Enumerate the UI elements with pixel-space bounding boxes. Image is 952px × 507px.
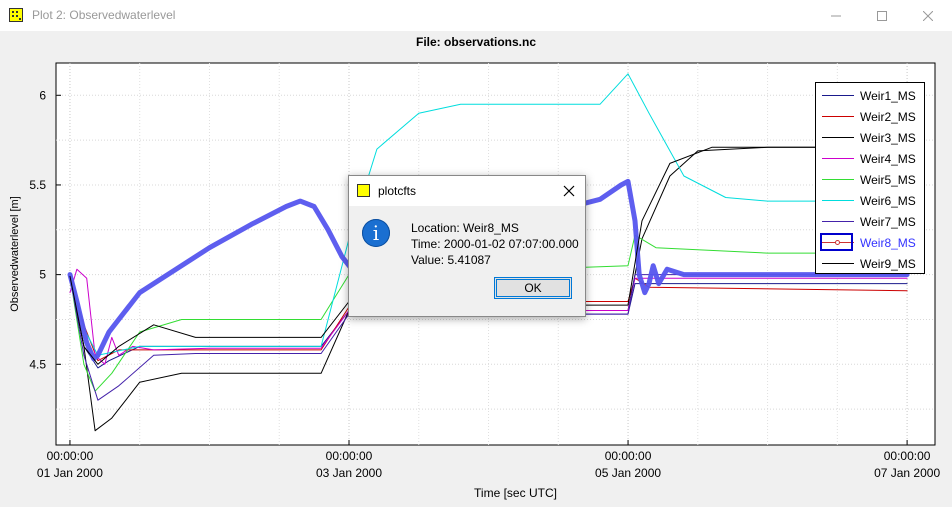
legend-label: Weir1_MS xyxy=(860,89,916,103)
y-tick-label: 5.5 xyxy=(29,178,46,192)
y-axis-label: Observedwaterlevel [m] xyxy=(9,196,21,312)
legend-item-weir3-ms[interactable]: Weir3_MS xyxy=(816,127,924,148)
legend-item-weir2-ms[interactable]: Weir2_MS xyxy=(816,106,924,127)
legend-label: Weir9_MS xyxy=(860,257,916,271)
legend-item-weir5-ms[interactable]: Weir5_MS xyxy=(816,169,924,190)
legend-label: Weir3_MS xyxy=(860,131,916,145)
dialog-title: plotcfts xyxy=(378,184,417,198)
legend-swatch xyxy=(822,95,854,96)
dialog-location: Location: Weir8_MS xyxy=(411,221,519,235)
dialog-body: i Location: Weir8_MS Time: 2000-01-02 07… xyxy=(349,206,585,316)
x-tick-time: 00:00:00 xyxy=(605,449,652,463)
x-tick-time: 00:00:00 xyxy=(47,449,94,463)
legend-swatch xyxy=(822,221,854,222)
x-tick-time: 00:00:00 xyxy=(884,449,931,463)
dialog-time: Time: 2000-01-02 07:07:00.000 xyxy=(411,237,579,251)
x-tick-date: 03 Jan 2000 xyxy=(316,466,382,480)
legend-label: Weir4_MS xyxy=(860,152,916,166)
chart-legend[interactable]: Weir1_MS Weir2_MS Weir3_MS Weir4_MS Weir5_MS… xyxy=(815,82,925,274)
legend-label: Weir8_MS xyxy=(860,236,916,250)
legend-label: Weir5_MS xyxy=(860,173,916,187)
legend-item-weir7-ms[interactable]: Weir7_MS xyxy=(816,211,924,232)
legend-swatch xyxy=(822,179,854,180)
dialog-close-icon[interactable] xyxy=(559,181,579,201)
y-tick-label: 6 xyxy=(39,88,46,102)
legend-swatch xyxy=(822,263,854,264)
legend-item-weir4-ms[interactable]: Weir4_MS xyxy=(816,148,924,169)
legend-item-weir8-ms[interactable]: Weir8_MS xyxy=(816,232,924,253)
legend-swatch xyxy=(822,200,854,201)
legend-item-weir9-ms[interactable]: Weir9_MS xyxy=(816,253,924,274)
x-tick-date: 07 Jan 2000 xyxy=(874,466,940,480)
legend-label: Weir6_MS xyxy=(860,194,916,208)
x-tick-time: 00:00:00 xyxy=(326,449,373,463)
legend-swatch xyxy=(822,158,854,159)
legend-label: Weir7_MS xyxy=(860,215,916,229)
legend-label: Weir2_MS xyxy=(860,110,916,124)
plotcfts-app-icon xyxy=(357,184,370,197)
dialog-value: Value: 5.41087 xyxy=(411,253,491,267)
x-axis-label: Time [sec UTC] xyxy=(474,486,557,500)
info-icon: i xyxy=(362,219,390,247)
legend-item-weir1-ms[interactable]: Weir1_MS xyxy=(816,85,924,106)
legend-marker-icon xyxy=(835,240,840,245)
legend-swatch xyxy=(822,116,854,117)
y-tick-label: 4.5 xyxy=(29,357,46,371)
y-tick-label: 5 xyxy=(39,268,46,282)
legend-swatch xyxy=(822,137,854,138)
x-tick-date: 05 Jan 2000 xyxy=(595,466,661,480)
x-tick-date: 01 Jan 2000 xyxy=(37,466,103,480)
ok-button[interactable]: OK xyxy=(494,277,572,299)
legend-item-weir6-ms[interactable]: Weir6_MS xyxy=(816,190,924,211)
dialog-titlebar: plotcfts xyxy=(349,176,585,206)
info-dialog: plotcfts i Location: Weir8_MS Time: 2000… xyxy=(348,175,586,317)
